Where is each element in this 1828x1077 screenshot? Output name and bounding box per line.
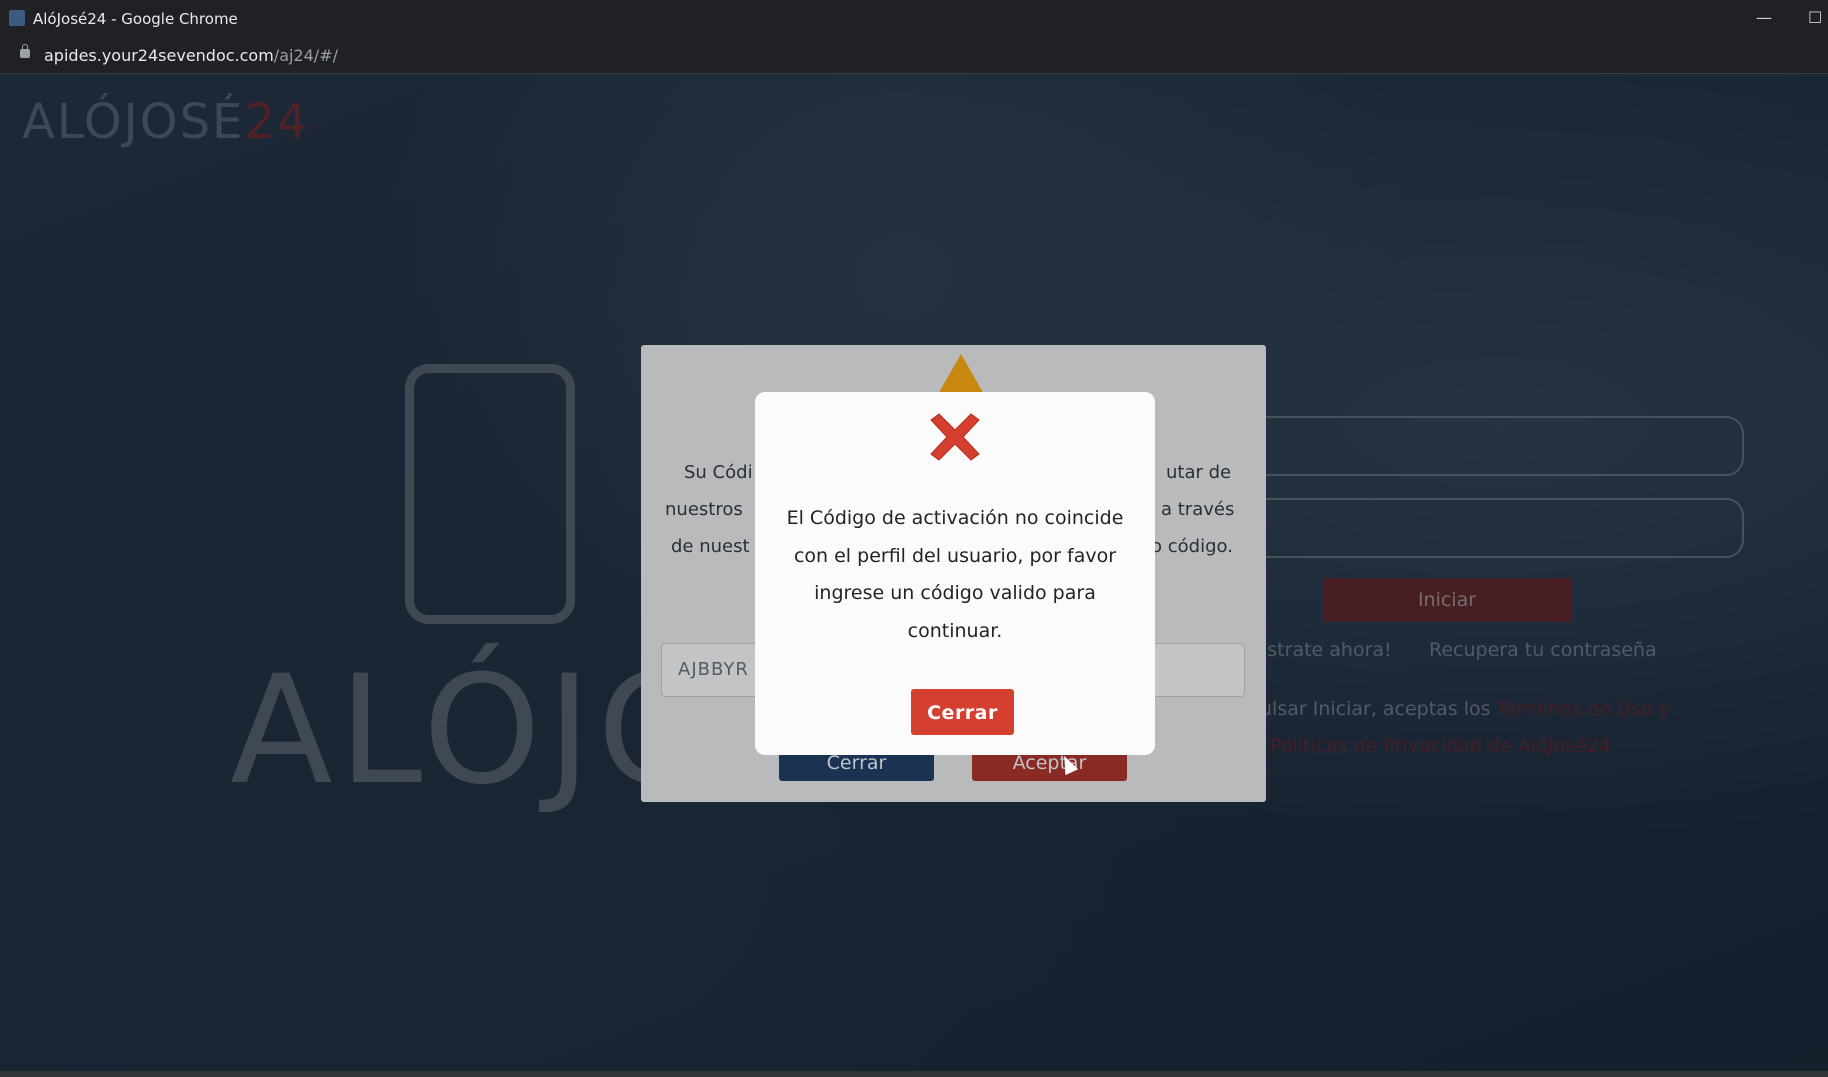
error-dialog: El Código de activación no coincide con … <box>755 392 1155 755</box>
warning-icon <box>937 354 985 396</box>
activation-text-line3-right: o código. <box>1151 536 1233 557</box>
error-x-icon <box>930 413 980 461</box>
url-host: apides.your24sevendoc.com <box>44 46 274 65</box>
activation-text-line3-left: de nuest <box>671 536 750 557</box>
browser-title-bar: AlóJosé24 - Google Chrome — ☐ <box>0 0 1828 38</box>
lock-icon <box>20 44 30 58</box>
minimize-button[interactable]: — <box>1756 8 1772 27</box>
url-text[interactable]: apides.your24sevendoc.com/aj24/#/ <box>44 46 338 65</box>
window-title: AlóJosé24 - Google Chrome <box>33 10 238 28</box>
error-message: El Código de activación no coincide con … <box>786 507 1124 642</box>
activation-text-line2-left: nuestros <box>665 499 743 520</box>
activation-text-line1-right: utar de <box>1166 462 1232 483</box>
address-bar[interactable]: apides.your24sevendoc.com/aj24/#/ <box>0 38 1828 74</box>
error-close-button[interactable]: Cerrar <box>911 689 1014 735</box>
favicon-icon <box>9 10 25 26</box>
activation-text-line2-right: a través <box>1161 499 1235 520</box>
maximize-button[interactable]: ☐ <box>1808 8 1822 27</box>
activation-text-line1-left: Su Códi <box>684 462 753 483</box>
taskbar-strip <box>0 1071 1828 1077</box>
url-path: /aj24/#/ <box>273 46 338 65</box>
